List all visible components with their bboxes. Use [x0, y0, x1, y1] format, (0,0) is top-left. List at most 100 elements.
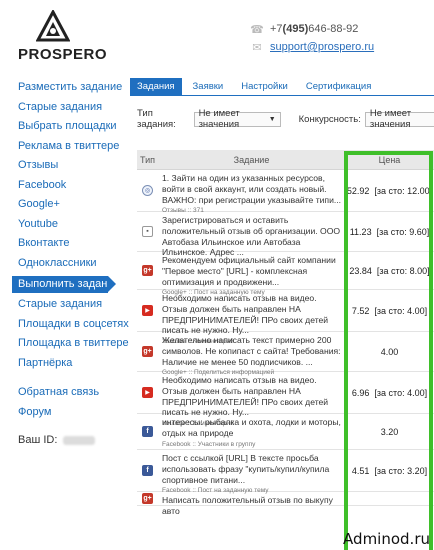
task-type-select[interactable]: Не имеет значения ▼ — [193, 108, 281, 130]
brand-name: PROSPERO — [18, 46, 108, 63]
table-row[interactable]: f интересы: рыбалка и охота, лодки и мото… — [137, 414, 434, 450]
task-cell[interactable]: Желательно написать текст примерно 200 с… — [158, 332, 345, 376]
task-cell[interactable]: Необходимо написать отзыв на видео. Отзы… — [158, 290, 345, 345]
type-cell: ▪ — [137, 212, 158, 251]
prospero-logo[interactable]: PROSPERO — [18, 10, 107, 64]
table-row[interactable]: ▶ Необходимо написать отзыв на видео. Отз… — [137, 290, 434, 345]
user-id: Ваш ID: — [0, 434, 120, 446]
task-cell[interactable]: Написать положительный отзыв по выкупу а… — [158, 492, 345, 516]
price-cell — [345, 492, 434, 505]
sidebar-item-7[interactable]: Youtube — [0, 215, 120, 235]
price-cell: 23.84 [за сто: 8.00] — [345, 252, 434, 289]
table-row[interactable]: ◎ 1. Зайти на один из указанных ресурсов,… — [137, 170, 434, 214]
youtube-icon: ▶ — [142, 387, 153, 398]
table-row[interactable]: f Пост с ссылкой [URL] В тексте просьба и… — [137, 450, 434, 494]
task-cell[interactable]: интересы: рыбалка и охота, лодки и мотор… — [158, 414, 345, 449]
sidebar-item-9[interactable]: Одноклассники — [0, 254, 120, 274]
price-value: 4.51 — [351, 465, 370, 476]
price-value: 23.84 — [349, 265, 372, 276]
tab-requests[interactable]: Заявки — [186, 78, 231, 95]
support-email-link[interactable]: support@prospero.ru — [270, 41, 374, 53]
table-row[interactable]: ▶ Необходимо написать отзыв на видео. Отз… — [137, 372, 434, 427]
sidebar-item-exec-3[interactable]: Партнёрка — [0, 354, 120, 374]
email-row: ✉ support@prospero.ru — [250, 38, 374, 56]
table-row[interactable]: ▪ Зарегистрироваться и оставить положител… — [137, 212, 434, 257]
type-cell: f — [137, 450, 158, 491]
column-header-type: Тип — [139, 155, 155, 165]
table-row[interactable]: g+ Желательно написать текст примерно 200… — [137, 332, 434, 376]
sidebar-item-exec-1[interactable]: Площадки в соцсетях — [0, 315, 129, 335]
task-description[interactable]: Необходимо написать отзыв на видео. Отзы… — [162, 293, 342, 336]
sidebar-item-5[interactable]: Facebook — [0, 176, 120, 196]
sidebar-item-6[interactable]: Google+ — [0, 195, 120, 215]
type-cell: g+ — [137, 492, 158, 505]
task-description[interactable]: Пост с ссылкой [URL] В тексте просьба ис… — [162, 453, 342, 485]
price-cell: 4.00 — [345, 332, 434, 371]
sidebar-item-4[interactable]: Отзывы — [0, 156, 120, 176]
sidebar-item-do-task[interactable]: Выполнить задание — [12, 276, 120, 293]
phone-prefix: +7 — [270, 23, 283, 35]
task-description[interactable]: Желательно написать текст примерно 200 с… — [162, 335, 342, 367]
price-cell: 11.23 [за сто: 9.60] — [345, 212, 434, 251]
task-description[interactable]: Необходимо написать отзыв на видео. Отзы… — [162, 375, 342, 418]
task-cell[interactable]: Зарегистрироваться и оставить положитель… — [158, 212, 345, 257]
price-value: 4.00 — [380, 346, 399, 357]
task-cell[interactable]: 1. Зайти на один из указанных ресурсов, … — [158, 170, 345, 214]
phone-icon: ☎ — [250, 23, 264, 36]
price-value: 7.52 — [351, 305, 370, 316]
task-description[interactable]: Написать положительный отзыв по выкупу а… — [162, 495, 342, 517]
type-cell: ◎ — [137, 170, 158, 211]
sidebar-item-misc-0[interactable]: Обратная связь — [0, 383, 120, 403]
phone-code: (495) — [282, 23, 309, 35]
price-cell: 6.96 [за сто: 4.00] — [345, 372, 434, 413]
youtube-icon: ▶ — [142, 305, 153, 316]
column-header-price: Цена — [378, 155, 401, 165]
circle-icon: ◎ — [142, 185, 153, 196]
sidebar-item-3[interactable]: Реклама в твиттере — [0, 137, 120, 157]
sidebar-item-1[interactable]: Старые задания — [0, 98, 120, 118]
gplus-icon: g+ — [142, 346, 153, 357]
task-cell[interactable]: Пост с ссылкой [URL] В тексте просьба ис… — [158, 450, 345, 494]
user-id-value-blurred — [63, 435, 96, 445]
task-cell[interactable]: Необходимо написать отзыв на видео. Отзы… — [158, 372, 345, 427]
phone-row: ☎ +7 (495) 646-88-92 — [250, 20, 374, 38]
price-cell: 3.20 — [345, 414, 434, 449]
task-description[interactable]: 1. Зайти на один из указанных ресурсов, … — [162, 173, 342, 205]
phone-number: 646-88-92 — [308, 23, 359, 35]
task-description[interactable]: интересы: рыбалка и охота, лодки и мотор… — [162, 417, 342, 439]
tab-settings[interactable]: Настройки — [234, 78, 295, 95]
price-value: 3.20 — [380, 426, 399, 437]
type-cell: f — [137, 414, 158, 449]
type-cell: ▶ — [137, 290, 158, 331]
task-cell[interactable]: Рекомендуем официальный сайт компании "П… — [158, 252, 345, 296]
tab-tasks[interactable]: Задания — [130, 78, 182, 95]
sidebar-item-exec-0[interactable]: Старые задания — [0, 295, 120, 315]
price-value: 6.96 — [351, 387, 370, 398]
table-row[interactable]: g+ Написать положительный отзыв по выкупу… — [137, 492, 434, 516]
facebook-icon: f — [142, 465, 153, 476]
table-row[interactable]: g+ Рекомендуем официальный сайт компании … — [137, 252, 434, 296]
user-id-label: Ваш ID: — [18, 434, 58, 446]
contacts-block: ☎ +7 (495) 646-88-92 ✉ support@prospero.… — [250, 20, 374, 56]
filters-bar: Тип задания: Не имеет значения ▼ Конкурс… — [137, 108, 434, 130]
watermark: Adminod.ru — [343, 530, 430, 548]
sidebar-item-misc-1[interactable]: Форум — [0, 403, 120, 423]
price-cell: 7.52 [за сто: 4.00] — [345, 290, 434, 331]
task-description[interactable]: Рекомендуем официальный сайт компании "П… — [162, 255, 342, 287]
price-value: 52.92 — [346, 185, 370, 196]
type-cell: g+ — [137, 332, 158, 371]
price-per-100: [за сто: 12.00] — [374, 185, 433, 196]
column-header-task: Задание — [233, 155, 270, 165]
sidebar-item-8[interactable]: Вконтакте — [0, 234, 120, 254]
sidebar-item-0[interactable]: Разместить задание — [0, 78, 122, 98]
price-per-100: [за сто: 9.60] — [376, 226, 430, 237]
competition-select[interactable]: Не имеет значения — [364, 108, 434, 130]
task-category: Facebook :: Участники в группу — [162, 440, 256, 448]
tab-certification[interactable]: Сертификация — [299, 78, 379, 95]
sidebar-nav: Разместить задание Старые задания Выбрать … — [0, 78, 129, 446]
price-per-100: [за сто: 4.00] — [374, 305, 428, 316]
sidebar-item-2[interactable]: Выбрать площадки — [0, 117, 120, 137]
gplus-icon: g+ — [142, 265, 153, 276]
facebook-icon: f — [142, 426, 153, 437]
sidebar-item-exec-2[interactable]: Площадка в твиттере — [0, 334, 129, 354]
